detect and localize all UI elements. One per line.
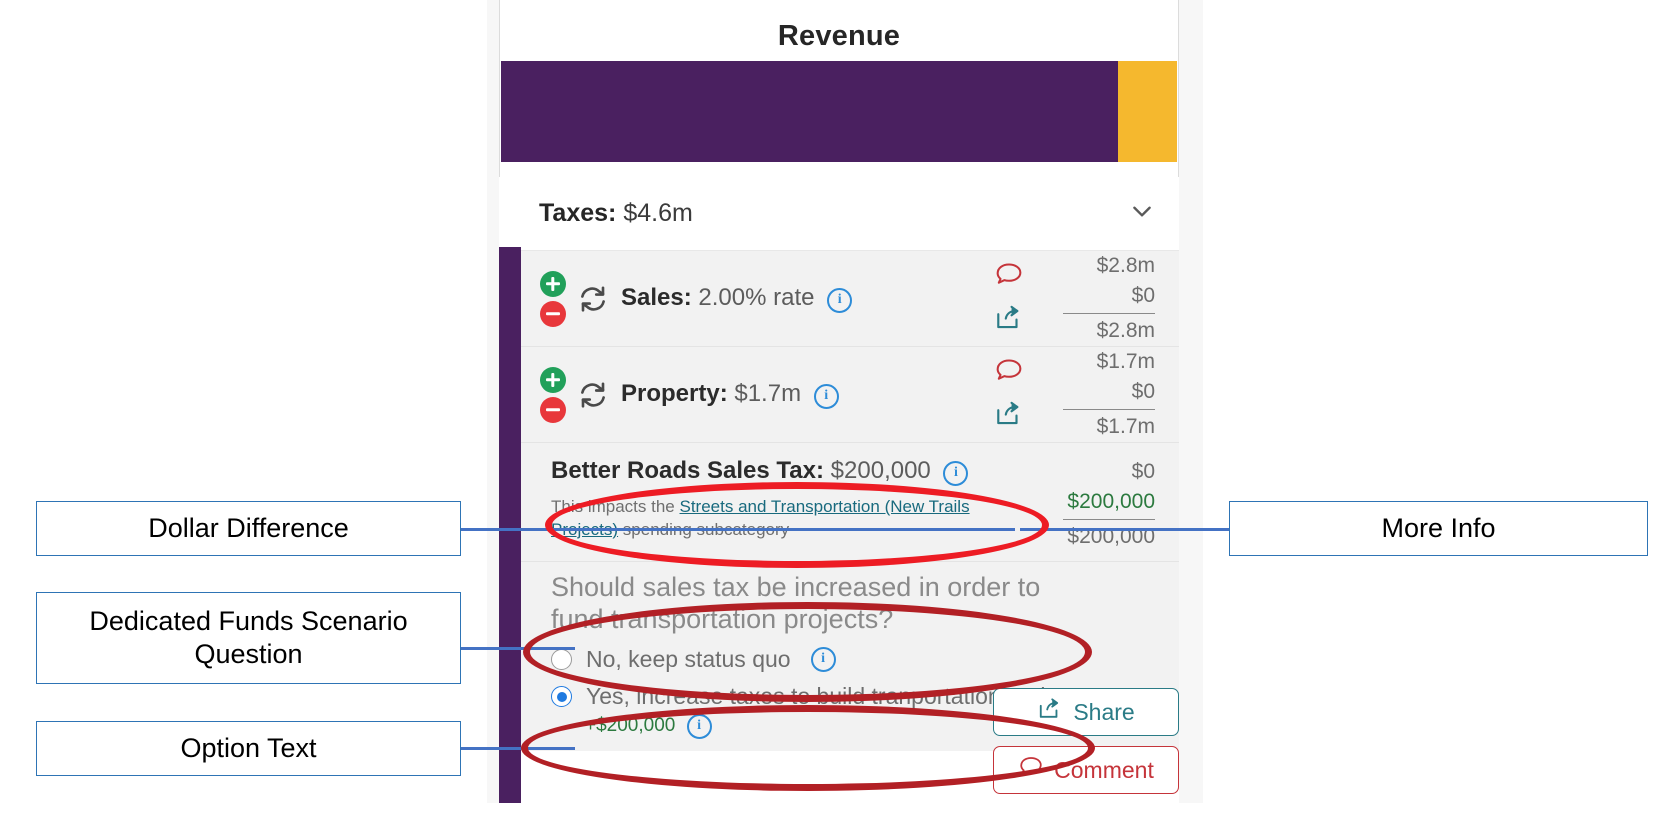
category-header-taxes[interactable]: Taxes: $4.6m <box>521 177 1179 251</box>
decrease-icon[interactable] <box>540 396 566 423</box>
dedicated-fund-label: Better Roads Sales Tax: <box>551 457 824 484</box>
property-value: $1.7m <box>734 380 802 407</box>
sales-row-actions <box>981 261 1037 337</box>
leader-line-more-info <box>1020 528 1230 531</box>
category-header-text: Taxes: $4.6m <box>539 199 693 228</box>
window-left-gutter <box>487 0 499 803</box>
dedicated-fund-title-wrap: Better Roads Sales Tax: $200,000 i <box>551 457 969 486</box>
comment-icon[interactable] <box>994 357 1024 390</box>
info-icon[interactable]: i <box>813 384 839 409</box>
leader-line-option-text <box>455 747 575 750</box>
category-label: Taxes: <box>539 199 617 227</box>
comment-button-label: Comment <box>1054 756 1154 783</box>
share-icon[interactable] <box>994 304 1024 337</box>
sales-base-amount: $2.8m <box>1096 254 1155 278</box>
callout-label: More Info <box>1381 513 1496 544</box>
amount-divider <box>1063 408 1155 410</box>
property-delta-amount: $0 <box>1131 380 1155 404</box>
comment-icon <box>1018 755 1044 785</box>
window-right-gutter <box>1179 0 1203 803</box>
property-row-actions <box>981 357 1037 433</box>
property-label: Property: <box>621 380 728 407</box>
callout-label: Dedicated Funds Scenario Question <box>89 606 408 669</box>
sales-amounts: $2.8m $0 $2.8m <box>1037 251 1155 345</box>
dedicated-fund-header: Better Roads Sales Tax: $200,000 i This … <box>551 457 1155 551</box>
callout-label: Dollar Difference <box>148 513 349 544</box>
scenario-question-text: Should sales tax be increased in order t… <box>551 572 1041 635</box>
dedicated-fund-base-amount: $0 <box>1131 460 1155 483</box>
sales-total-amount: $2.8m <box>1096 318 1155 342</box>
info-icon[interactable]: i <box>686 714 712 740</box>
sales-label: Sales: <box>621 284 692 311</box>
dedicated-fund-total-amount: $200,000 <box>1067 524 1155 548</box>
share-icon <box>1037 697 1063 727</box>
property-base-amount: $1.7m <box>1096 350 1155 374</box>
increase-icon[interactable] <box>540 270 566 297</box>
reset-icon[interactable] <box>573 380 613 410</box>
leader-line-question <box>455 647 575 650</box>
reset-icon[interactable] <box>573 284 613 314</box>
leader-line-dollar-difference <box>455 528 1015 531</box>
question-option-no[interactable]: No, keep status quo i <box>551 646 1155 673</box>
undo-arrow-icon[interactable] <box>499 789 521 803</box>
amount-divider <box>1063 518 1155 520</box>
option-label: No, keep status quo <box>586 646 791 673</box>
budget-app-window: Revenue Taxes: $4.6m Sales: 2.00% rate i… <box>487 0 1203 803</box>
action-buttons: Share Comment <box>993 688 1179 803</box>
stacked-bar-segment-other[interactable] <box>1117 61 1177 162</box>
category-color-stripe <box>499 177 521 803</box>
decrease-icon[interactable] <box>540 300 566 327</box>
dedicated-fund-subtext: This impacts the Streets and Transportat… <box>551 496 981 542</box>
callout-option-text: Option Text <box>36 721 461 776</box>
category-amount: $4.6m <box>623 199 693 227</box>
callout-more-info: More Info <box>1229 501 1648 556</box>
callout-dedicated-funds-scenario-question: Dedicated Funds Scenario Question <box>36 592 461 684</box>
line-item-row-property[interactable]: Property: $1.7m i $1.7m $0 $1.7m <box>521 347 1179 443</box>
line-item-row-sales[interactable]: Sales: 2.00% rate i $2.8m $0 $2.8m <box>521 251 1179 347</box>
chevron-down-icon[interactable] <box>1129 198 1155 229</box>
dedicated-fund-block[interactable]: Better Roads Sales Tax: $200,000 i This … <box>521 443 1179 563</box>
stacked-bar-segment-taxes[interactable] <box>501 61 1118 162</box>
property-amounts: $1.7m $0 $1.7m <box>1037 347 1155 441</box>
revenue-stacked-bar <box>501 61 1177 162</box>
category-stripe-top-gap <box>499 177 521 247</box>
callout-dollar-difference: Dollar Difference <box>36 501 461 556</box>
comment-icon[interactable] <box>994 261 1024 294</box>
property-label-group: Property: $1.7m i <box>621 380 839 409</box>
option-amount: +$200,000 <box>585 715 676 737</box>
sales-adjust-controls <box>533 270 573 327</box>
info-icon[interactable]: i <box>827 288 853 313</box>
sales-delta-amount: $0 <box>1131 284 1155 308</box>
subtext-prefix: This impacts the <box>551 497 680 516</box>
share-icon[interactable] <box>994 400 1024 433</box>
increase-icon[interactable] <box>540 366 566 393</box>
property-adjust-controls <box>533 366 573 423</box>
callout-label: Option Text <box>180 733 317 764</box>
sales-value: 2.00% rate <box>698 284 815 311</box>
property-total-amount: $1.7m <box>1096 414 1155 438</box>
amount-divider <box>1063 312 1155 314</box>
dedicated-fund-delta-amount: $200,000 <box>1067 489 1155 513</box>
sales-label-group: Sales: 2.00% rate i <box>621 284 853 313</box>
info-icon[interactable]: i <box>810 647 836 673</box>
dedicated-fund-value: $200,000 <box>830 457 931 484</box>
comment-button[interactable]: Comment <box>993 746 1179 794</box>
radio-button[interactable] <box>551 686 572 708</box>
share-button-label: Share <box>1073 698 1135 725</box>
dedicated-fund-amounts: $0 $200,000 $200,000 <box>1037 457 1155 551</box>
radio-button[interactable] <box>551 649 572 671</box>
page-title: Revenue <box>777 19 901 52</box>
info-icon[interactable]: i <box>943 461 969 486</box>
share-button[interactable]: Share <box>993 688 1179 736</box>
